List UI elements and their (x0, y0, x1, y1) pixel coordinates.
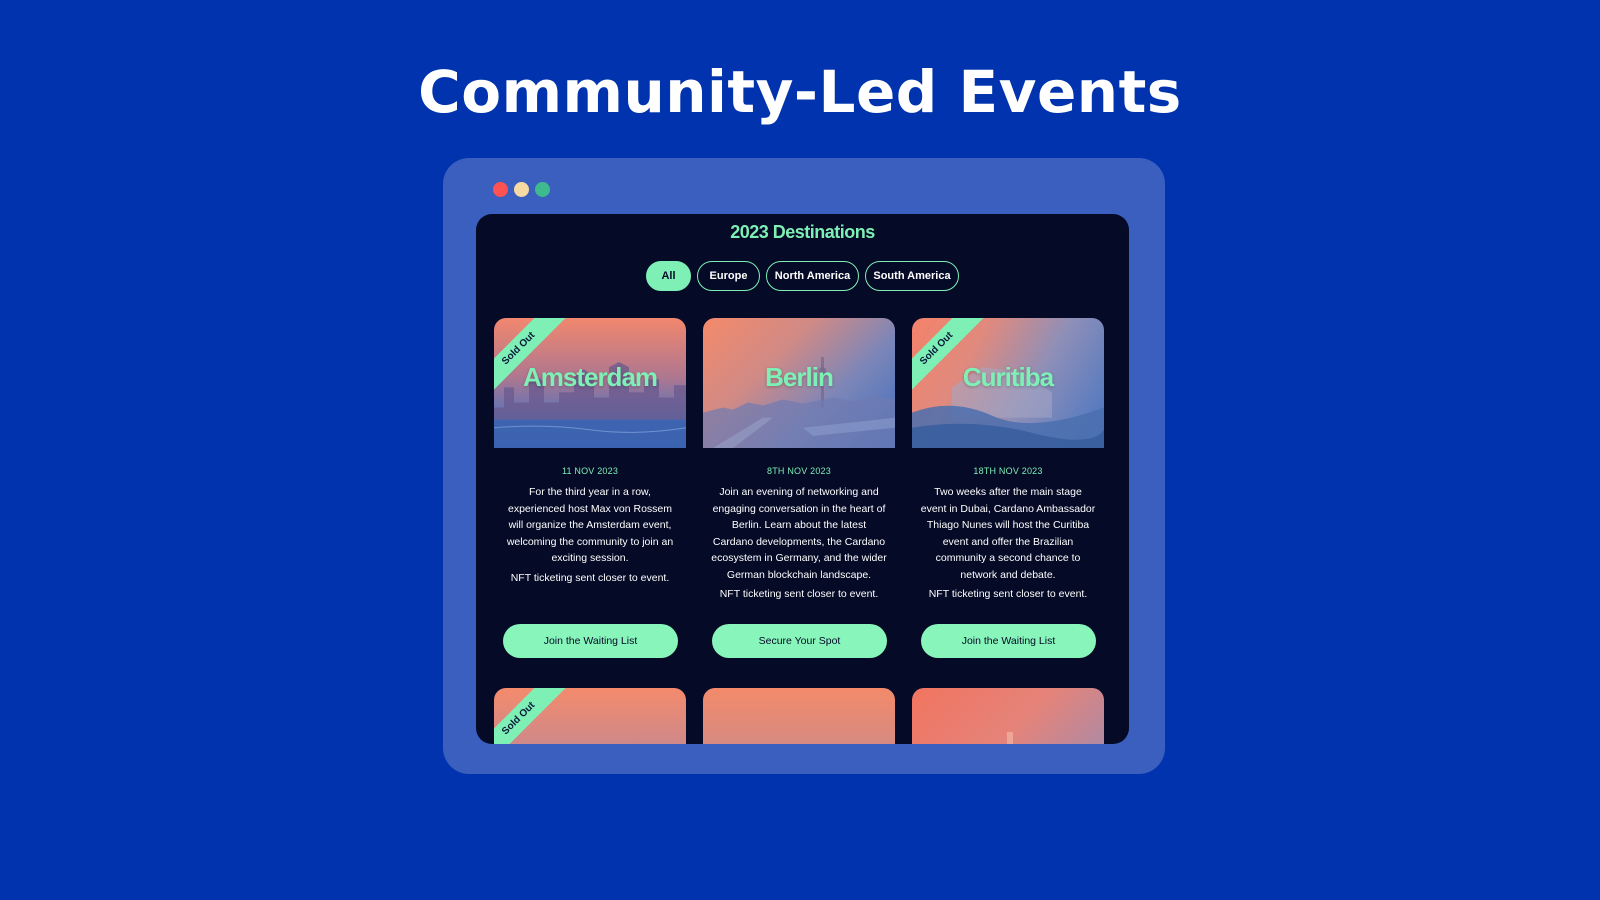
event-image-amsterdam: Sold Out Amsterdam (494, 318, 686, 448)
browser-window-mockup: 2023 Destinations All Europe North Ameri… (443, 158, 1165, 774)
event-date: 8TH NOV 2023 (767, 466, 831, 476)
partial-skyline-graphic (703, 727, 895, 744)
join-waiting-list-button[interactable]: Join the Waiting List (503, 624, 678, 658)
event-card-partial: Sold Out (494, 688, 686, 744)
filter-north-america[interactable]: North America (766, 261, 859, 291)
event-image-berlin: Berlin (703, 318, 895, 448)
destinations-screen: 2023 Destinations All Europe North Ameri… (476, 214, 1129, 744)
event-date: 11 NOV 2023 (561, 466, 619, 476)
event-description: For the third year in a row, experienced… (506, 486, 674, 564)
secure-your-spot-button[interactable]: Secure Your Spot (712, 624, 887, 658)
ticketing-note: NFT ticketing sent closer to event. (719, 588, 879, 600)
filter-all[interactable]: All (646, 261, 691, 291)
event-card-curitiba: Sold Out Curitiba 18TH NOV 2023 Two week… (912, 318, 1104, 658)
event-image-partial (703, 688, 895, 744)
event-image-curitiba: Sold Out Curitiba (912, 318, 1104, 448)
page-headline: Community-Led Events (418, 58, 1182, 126)
filter-europe[interactable]: Europe (697, 261, 760, 291)
event-description: Two weeks after the main stage event in … (920, 486, 1096, 581)
event-image-partial (912, 688, 1104, 744)
event-card-partial (703, 688, 895, 744)
event-date: 18TH NOV 2023 (973, 466, 1043, 476)
maximize-dot (535, 182, 550, 197)
ticketing-note: NFT ticketing sent closer to event. (510, 571, 670, 584)
filter-south-america[interactable]: South America (865, 261, 959, 291)
destinations-title: 2023 Destinations (730, 222, 875, 242)
event-card-amsterdam: Sold Out Amsterdam 11 NOV 2023 For the t… (494, 318, 686, 658)
join-waiting-list-button[interactable]: Join the Waiting List (921, 624, 1096, 658)
event-city-title: Amsterdam (522, 362, 658, 392)
region-filter-bar: All Europe North America South America (476, 261, 1129, 291)
event-image-partial: Sold Out (494, 688, 686, 744)
event-card-berlin: Berlin 8TH NOV 2023 Join an evening of n… (703, 318, 895, 658)
close-dot (493, 182, 508, 197)
event-description: Join an evening of networking and engagi… (711, 486, 887, 581)
minimize-dot (514, 182, 529, 197)
event-card-partial (912, 688, 1104, 744)
event-city-title: Berlin (765, 362, 834, 392)
ticketing-note: NFT ticketing sent closer to event. (928, 588, 1088, 600)
partial-skyline-graphic (1007, 732, 1013, 744)
event-city-title: Curitiba (962, 362, 1054, 392)
window-controls (493, 182, 550, 197)
